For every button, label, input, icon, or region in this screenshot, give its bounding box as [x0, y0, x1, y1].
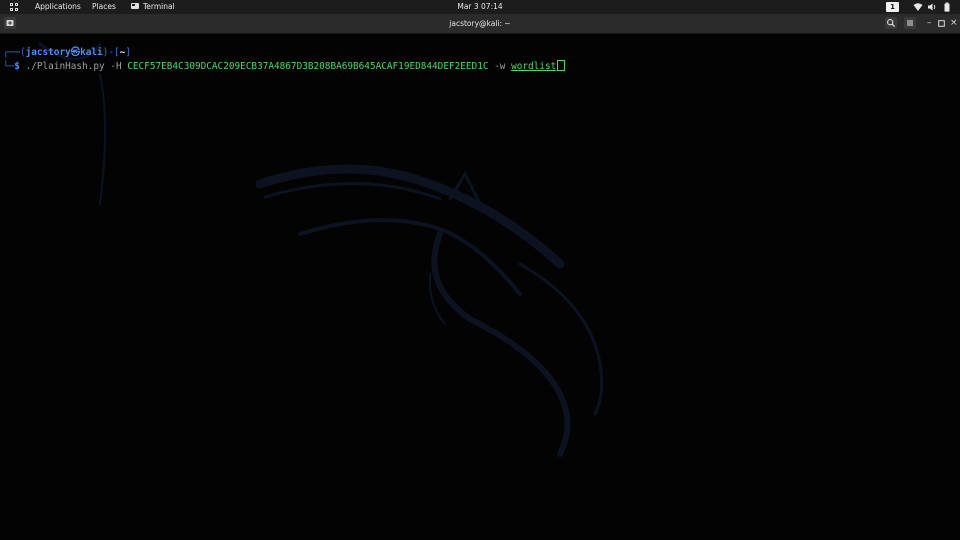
prompt-at-symbol: ㉿: [70, 47, 81, 58]
command-wordlist: wordlist: [511, 61, 557, 72]
system-top-bar: Applications Places Terminal Mar 3 07:14…: [0, 0, 960, 14]
prompt-line: ┌──(jacstory㉿kali)-[~]: [3, 47, 131, 59]
places-menu[interactable]: Places: [92, 0, 116, 14]
prompt-frame-top: ┌──(: [3, 47, 26, 58]
clock[interactable]: Mar 3 07:14: [440, 0, 520, 14]
battery-icon[interactable]: [942, 2, 952, 12]
terminal-icon: [131, 3, 139, 9]
command-flag-h: -H: [110, 61, 122, 72]
prompt-frame-bottom: └─: [3, 61, 15, 72]
grid-icon[interactable]: [10, 3, 19, 12]
command-hash: CECF57EB4C309DCAC209ECB37A4867D3B208BA69…: [127, 61, 489, 72]
prompt-frame-mid: )-[: [102, 47, 120, 58]
window-title: jacstory@kali: ~: [449, 19, 511, 28]
search-button[interactable]: [885, 17, 897, 29]
command-line[interactable]: └─$ ./PlainHash.py -H CECF57EB4C309DCAC2…: [3, 60, 566, 73]
command-program: ./PlainHash.py: [25, 61, 105, 72]
terminal-body[interactable]: ┌──(jacstory㉿kali)-[~] └─$ ./PlainHash.p…: [0, 34, 960, 540]
workspace-indicator[interactable]: 1: [886, 2, 899, 12]
prompt-user: jacstory: [25, 47, 71, 58]
text-cursor: [557, 60, 566, 71]
close-icon[interactable]: ×: [950, 14, 958, 33]
terminal-app-menu[interactable]: Terminal: [131, 0, 175, 14]
new-tab-icon: [6, 20, 14, 26]
search-icon: [887, 19, 896, 28]
command-flag-w: -w: [494, 61, 506, 72]
prompt-frame-end: ]: [125, 47, 131, 58]
menu-button[interactable]: [904, 17, 916, 29]
applications-menu[interactable]: Applications: [35, 0, 81, 14]
terminal-app-label: Terminal: [143, 2, 175, 11]
new-tab-button[interactable]: [4, 17, 16, 29]
kali-dragon-watermark: [38, 42, 604, 457]
prompt-host: kali: [80, 47, 103, 58]
speaker-icon[interactable]: [927, 2, 937, 12]
wifi-icon[interactable]: [913, 2, 923, 12]
prompt-dollar: $: [14, 61, 20, 72]
maximize-icon[interactable]: [938, 20, 945, 27]
minimize-icon[interactable]: –: [927, 14, 932, 33]
window-title-bar[interactable]: jacstory@kali: ~ – ×: [0, 14, 960, 34]
hamburger-icon: [907, 20, 913, 26]
